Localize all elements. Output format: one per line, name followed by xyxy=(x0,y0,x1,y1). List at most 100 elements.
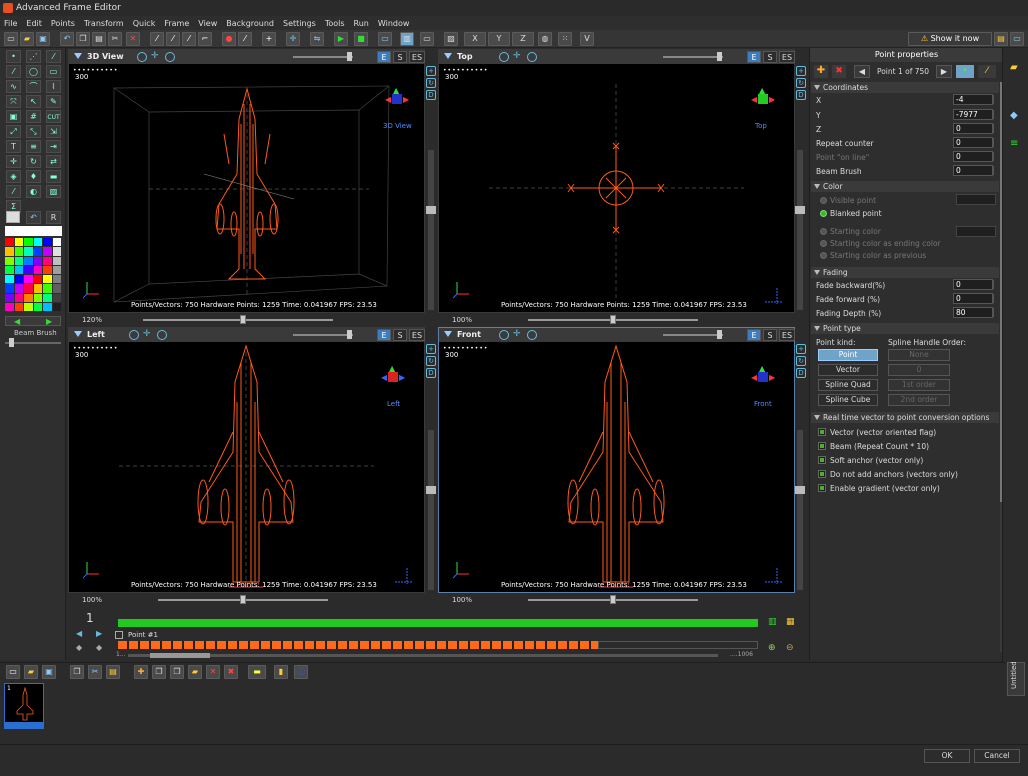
viewport-front-e-button[interactable]: E xyxy=(747,329,761,341)
pan-view-icon[interactable]: ✛ xyxy=(143,330,153,340)
v-button[interactable]: V xyxy=(580,32,594,46)
curve-tool-icon[interactable]: ⌒ xyxy=(26,80,41,93)
folder-side-icon[interactable]: ▰ xyxy=(1010,62,1018,73)
rotate-view-icon[interactable] xyxy=(499,330,509,340)
z-input[interactable]: 0 xyxy=(953,123,994,134)
viewport-left-header-slider[interactable] xyxy=(293,334,353,336)
viewport-top-canvas[interactable]: •••••••••• 300 ▲ ◀ ▶ Top Points/Vectors:… xyxy=(439,64,794,312)
viewport-left-es-button[interactable]: ES xyxy=(409,329,425,341)
palette-swatch[interactable] xyxy=(24,247,33,256)
viewport-front-header-knob[interactable] xyxy=(717,330,722,339)
d-button[interactable]: D xyxy=(796,368,806,378)
clone-frame-icon[interactable]: ❐ xyxy=(170,665,184,679)
soft-anchor-checkbox[interactable] xyxy=(818,456,826,464)
draw-line-icon[interactable]: ⁄ xyxy=(150,32,164,46)
visible-point-radio[interactable] xyxy=(820,197,827,204)
lock-x-button[interactable]: X xyxy=(464,32,486,46)
palette-next-icon[interactable]: ▶ xyxy=(46,317,52,326)
palette-swatch[interactable] xyxy=(52,293,61,302)
draw-line4-icon[interactable]: ⌐ xyxy=(198,32,212,46)
ok-button[interactable]: OK xyxy=(924,749,970,763)
point-tool-icon[interactable]: • xyxy=(6,50,21,63)
align-tool-icon[interactable]: ≡ xyxy=(26,140,41,153)
cut-icon[interactable]: ✂ xyxy=(108,32,122,46)
menu-run[interactable]: Run xyxy=(354,19,369,28)
palette-swatch[interactable] xyxy=(5,247,14,256)
image-tool-icon[interactable]: ▨ xyxy=(46,185,61,198)
depth-slider-bottom-right[interactable] xyxy=(795,430,805,590)
grid-tool-icon[interactable]: # xyxy=(26,110,41,123)
polyline-tool-icon[interactable]: ⁄ xyxy=(6,65,21,78)
menu-view[interactable]: View xyxy=(198,19,217,28)
folder-frame-icon[interactable]: ▰ xyxy=(188,665,202,679)
viewport-3d-s-button[interactable]: S xyxy=(393,51,407,63)
draw-line3-icon[interactable]: ⁄ xyxy=(182,32,196,46)
pointer-tool-icon[interactable]: ↖ xyxy=(26,95,41,108)
new-frame-icon[interactable]: ▭ xyxy=(6,665,20,679)
viewport-front-s-button[interactable]: S xyxy=(763,329,777,341)
rotate-icon[interactable]: ↻ xyxy=(796,356,806,366)
palette-swatch[interactable] xyxy=(33,302,42,311)
depth-slider-bottom-left[interactable] xyxy=(426,430,436,590)
viewport-3d-header-slider[interactable] xyxy=(293,56,353,58)
show-it-now-button[interactable]: ⚠ Show it now xyxy=(908,32,992,46)
fade-backward-input[interactable]: 0 xyxy=(953,279,994,290)
menu-background[interactable]: Background xyxy=(226,19,274,28)
viewport-3d-es-button[interactable]: ES xyxy=(409,51,425,63)
open-folder-icon[interactable]: ▰ xyxy=(20,32,34,46)
menu-tools[interactable]: Tools xyxy=(325,19,345,28)
beam-brush-slider-knob[interactable] xyxy=(9,338,14,347)
lock-frame-icon[interactable]: ▮ xyxy=(274,665,288,679)
beam-brush-input[interactable]: 0 xyxy=(953,165,994,176)
insert-frame-icon[interactable]: ✚ xyxy=(134,665,148,679)
menu-window[interactable]: Window xyxy=(378,19,410,28)
white-swatch-button[interactable] xyxy=(6,211,20,223)
fading-depth-input[interactable]: 80 xyxy=(953,307,994,318)
wave-tool-icon[interactable]: ∿ xyxy=(6,80,21,93)
palette-swatch[interactable] xyxy=(43,238,52,247)
color-section[interactable]: Color xyxy=(811,181,999,192)
draw-line2-icon[interactable]: ⁄ xyxy=(166,32,180,46)
single-point-icon[interactable]: • xyxy=(956,65,974,78)
color-palette[interactable] xyxy=(5,238,62,312)
list-side-icon[interactable]: ≡ xyxy=(1010,138,1018,149)
monitor-icon[interactable]: ▭ xyxy=(378,32,392,46)
cut-frame-icon[interactable]: ✂ xyxy=(88,665,102,679)
mouse-icon[interactable]: ◍ xyxy=(538,32,552,46)
depth-slider-top-right[interactable] xyxy=(795,150,805,310)
paste-icon[interactable]: ▤ xyxy=(92,32,106,46)
d-button[interactable]: D xyxy=(796,90,806,100)
pan-view-icon[interactable]: ✛ xyxy=(513,330,523,340)
palette-swatch[interactable] xyxy=(24,275,33,284)
text-tool-icon[interactable]: T xyxy=(6,140,21,153)
current-color-swatch[interactable] xyxy=(5,226,62,236)
viewport-3d-header-knob[interactable] xyxy=(347,52,352,61)
rotate-view-icon[interactable] xyxy=(129,330,139,340)
starting-color-radio[interactable] xyxy=(820,228,827,235)
palette-swatch[interactable] xyxy=(33,284,42,293)
prev-point-button[interactable]: ◀ xyxy=(854,65,870,78)
palette-swatch[interactable] xyxy=(43,302,52,311)
pan-view-icon[interactable]: ✛ xyxy=(513,52,523,62)
save-frame-icon[interactable]: ▣ xyxy=(42,665,56,679)
undo-color-icon[interactable]: ↶ xyxy=(26,211,41,224)
palette-swatch[interactable] xyxy=(14,265,23,274)
fill-tool-icon[interactable]: ◈ xyxy=(6,170,21,183)
dots-icon[interactable]: ⁙ xyxy=(558,32,572,46)
menu-edit[interactable]: Edit xyxy=(26,19,42,28)
starting-as-previous-radio[interactable] xyxy=(820,252,827,259)
frame-progress-bar[interactable] xyxy=(118,619,758,627)
viewport-menu-icon[interactable] xyxy=(444,331,452,337)
rotate-view-icon[interactable] xyxy=(499,52,509,62)
depth-slider-knob[interactable] xyxy=(426,206,436,214)
move-tool-icon[interactable]: ✛ xyxy=(6,155,21,168)
viewport-left-s-button[interactable]: S xyxy=(393,329,407,341)
next-point-icon[interactable]: ◆ xyxy=(96,643,102,652)
viewport-3d-canvas[interactable]: •••••••••• 300 ▲ ◀ ▶ 3D View Points/Vect… xyxy=(69,64,424,312)
rect-tool-icon[interactable]: ▭ xyxy=(46,65,61,78)
starting-as-ending-radio[interactable] xyxy=(820,240,827,247)
transform-tool-icon[interactable]: ⤢ xyxy=(6,125,21,138)
distribute-tool-icon[interactable]: ⇥ xyxy=(46,140,61,153)
zoom-view-icon[interactable] xyxy=(527,330,537,340)
palette-swatch[interactable] xyxy=(33,238,42,247)
